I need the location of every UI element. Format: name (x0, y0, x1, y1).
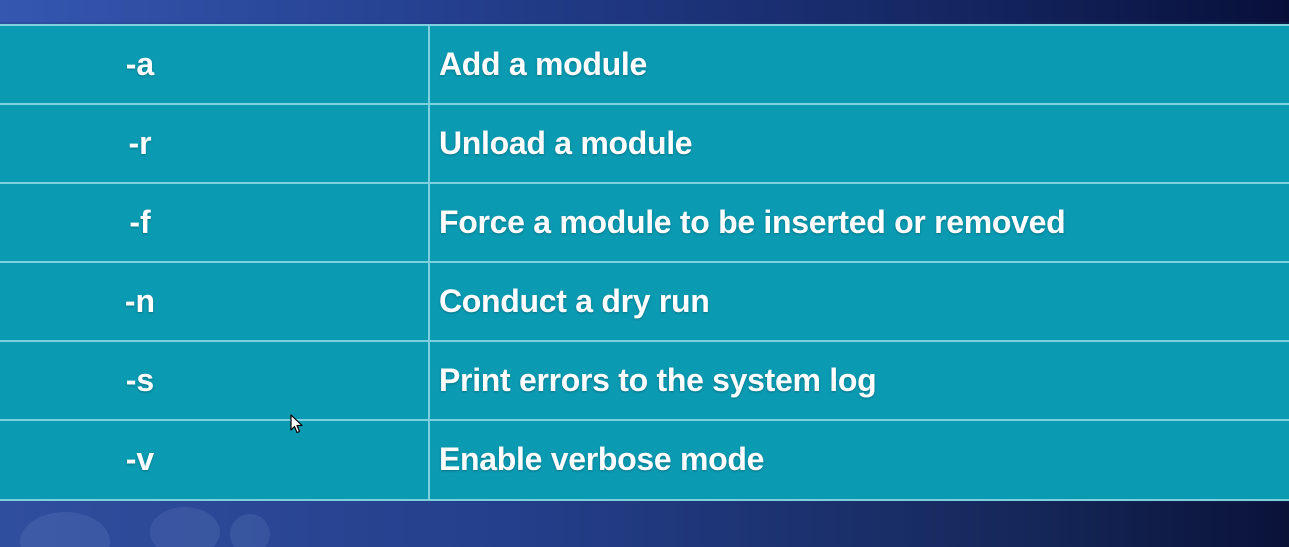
description-cell: Add a module (439, 46, 647, 82)
description-cell: Force a module to be inserted or removed (439, 204, 1066, 240)
options-table: -a Add a module -r Unload a module -f Fo… (0, 24, 1289, 501)
table-row: -n Conduct a dry run (0, 263, 1289, 342)
flag-cell: -f (129, 204, 151, 240)
background-shape (20, 512, 110, 547)
description-cell: Print errors to the system log (439, 362, 877, 398)
flag-cell: -r (128, 125, 152, 161)
table-row: -s Print errors to the system log (0, 342, 1289, 421)
description-cell: Conduct a dry run (439, 283, 710, 319)
description-cell: Enable verbose mode (439, 441, 765, 477)
table-row: -r Unload a module (0, 105, 1289, 184)
bottom-background-band (0, 502, 1289, 547)
flag-cell: -s (125, 362, 155, 398)
background-shape (230, 514, 270, 547)
table-row: -v Enable verbose mode (0, 421, 1289, 499)
mouse-pointer-icon (290, 414, 303, 434)
background-shape (150, 507, 220, 547)
table-row: -a Add a module (0, 26, 1289, 105)
flag-cell: -n (124, 283, 156, 319)
top-background-band (0, 0, 1289, 22)
flag-cell: -a (125, 46, 155, 82)
flag-cell: -v (125, 441, 155, 477)
table-row: -f Force a module to be inserted or remo… (0, 184, 1289, 263)
description-cell: Unload a module (439, 125, 693, 161)
